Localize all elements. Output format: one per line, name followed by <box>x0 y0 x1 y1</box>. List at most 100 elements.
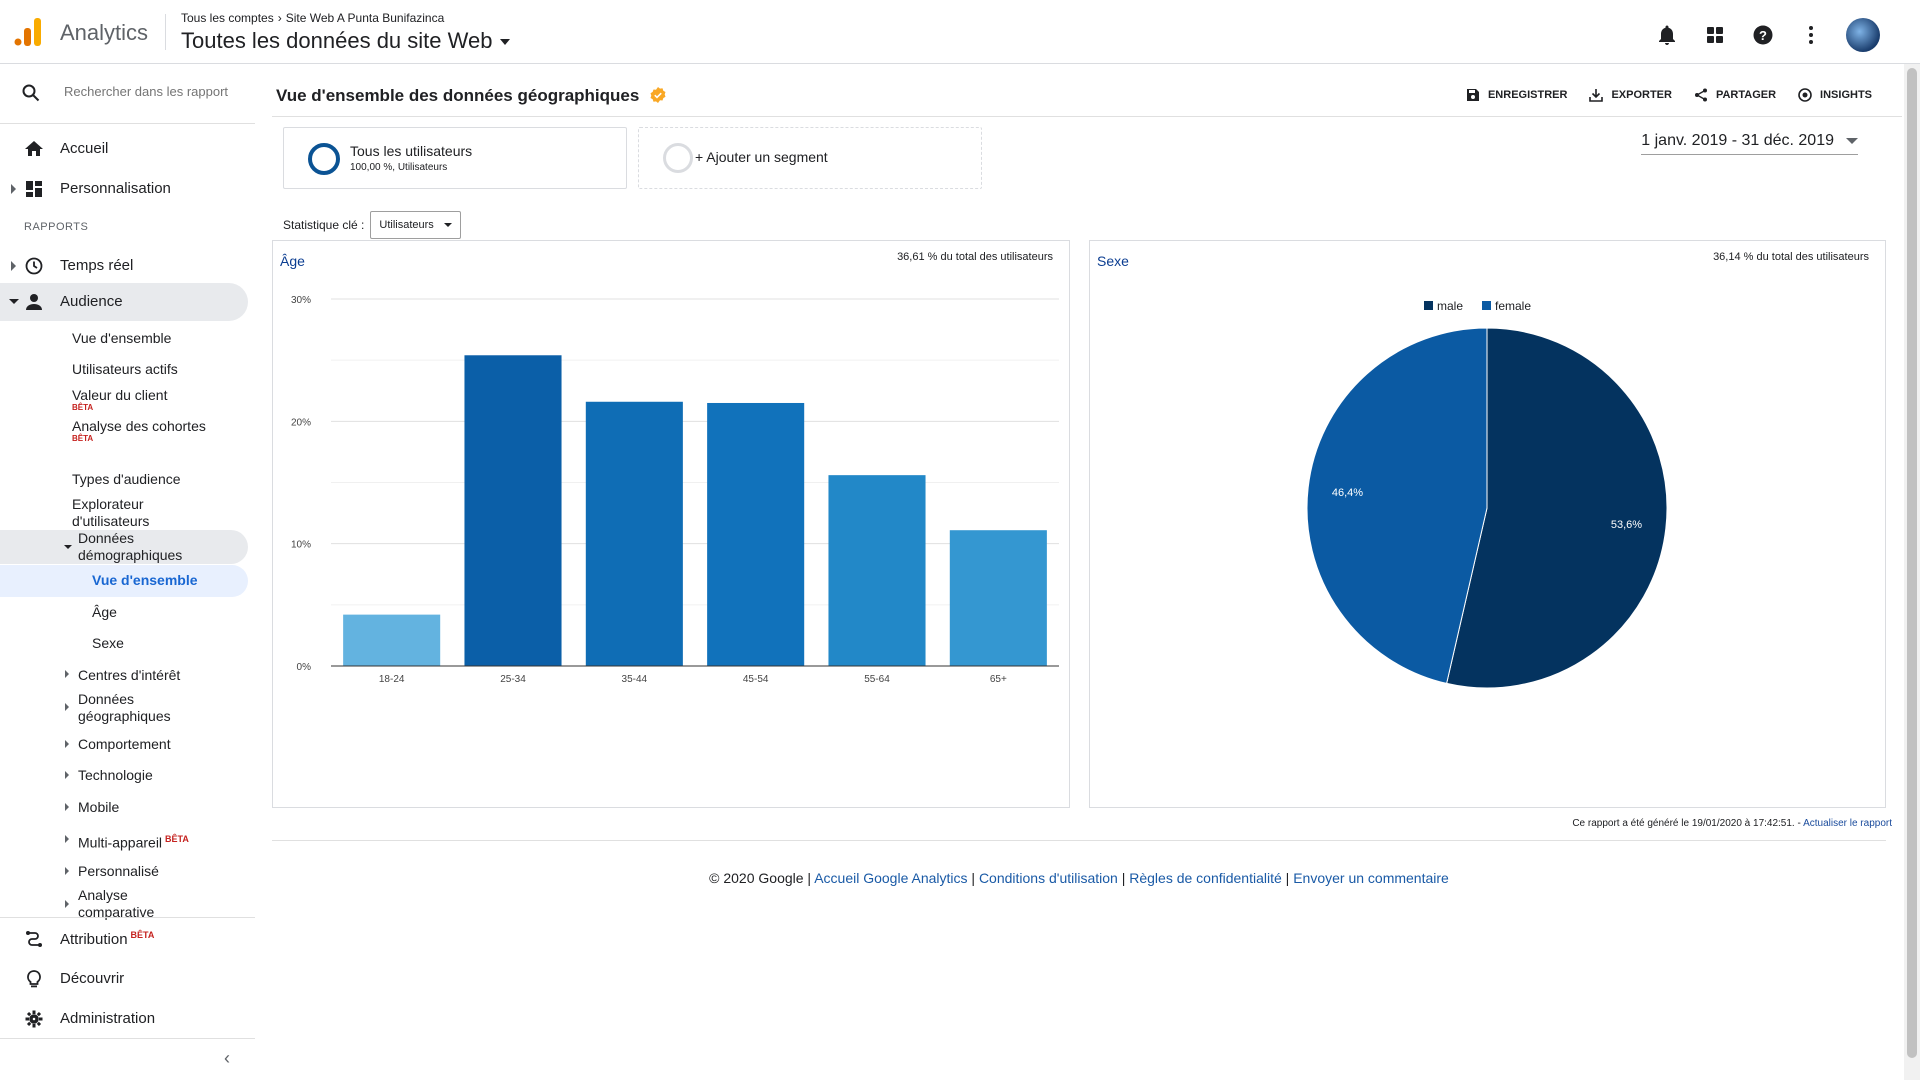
expand-arrow-icon <box>11 184 16 194</box>
sidebar-item-admin[interactable]: Administration <box>0 1000 248 1038</box>
reports-section-label: RAPPORTS <box>24 221 89 233</box>
sidebar-item-realtime[interactable]: Temps réel <box>0 247 248 285</box>
verified-badge-icon <box>650 87 666 103</box>
sidebar-demographics[interactable]: Données démographiques <box>0 530 248 564</box>
footer-link-terms[interactable]: Conditions d'utilisation <box>979 870 1118 886</box>
collapse-sidebar-chevron-icon[interactable]: ‹ <box>224 1048 230 1069</box>
sidebar-item-label: Données démographiques <box>78 530 183 563</box>
sidebar-interests[interactable]: Centres d'intérêt <box>78 667 180 684</box>
svg-text:?: ? <box>1759 28 1767 43</box>
key-stat-label: Statistique clé : <box>283 218 365 232</box>
sidebar-user-explorer[interactable]: Explorateur d'utilisateurs <box>72 496 212 530</box>
sidebar-cross-device[interactable]: Multi-appareil BÊTA <box>78 831 189 852</box>
collapse-arrow-icon <box>64 545 72 549</box>
empty-segment-circle-icon <box>663 143 693 173</box>
footer-link-home[interactable]: Accueil Google Analytics <box>814 870 967 886</box>
age-card-title[interactable]: Âge <box>280 253 305 269</box>
sidebar-item-label: Multi-appareil <box>78 834 163 851</box>
date-range-picker[interactable]: 1 janv. 2019 - 31 déc. 2019 <box>1641 132 1858 155</box>
search-input[interactable] <box>64 84 244 99</box>
sidebar-audience-overview[interactable]: Vue d'ensemble <box>72 330 212 347</box>
footer: © 2020 Google | Accueil Google Analytics… <box>709 870 1449 886</box>
sidebar-item-customization[interactable]: Personnalisation <box>0 170 248 208</box>
sidebar-custom[interactable]: Personnalisé <box>78 863 159 880</box>
share-button[interactable]: PARTAGER <box>1694 88 1776 102</box>
pie-value-label: 53,6% <box>1611 519 1642 531</box>
age-card: Âge 36,61 % du total des utilisateurs 0%… <box>272 240 1070 808</box>
key-stat-dropdown[interactable]: Utilisateurs <box>370 211 461 239</box>
sidebar-technology[interactable]: Technologie <box>78 767 153 784</box>
scrollbar-thumb[interactable] <box>1907 68 1917 1058</box>
insights-icon <box>1798 88 1812 102</box>
expand-arrow-icon <box>65 835 69 843</box>
sidebar-divider <box>0 1038 255 1039</box>
bar-18-24[interactable] <box>343 614 441 666</box>
beta-badge: BÊTA <box>130 930 155 940</box>
sidebar-demographics-age[interactable]: Âge <box>92 604 117 621</box>
sidebar-item-attribution[interactable]: Attribution BÊTA <box>0 920 248 958</box>
help-icon[interactable]: ? <box>1750 22 1776 48</box>
sidebar-item-label: Temps réel <box>60 257 134 274</box>
y-tick-label: 30% <box>291 295 311 306</box>
sidebar-item-label: Personnalisation <box>60 180 171 197</box>
sidebar-demographics-gender[interactable]: Sexe <box>92 635 124 652</box>
bar-25-34[interactable] <box>464 355 562 666</box>
sidebar-lifetime-value[interactable]: Valeur du client BÊTA <box>72 387 212 412</box>
sidebar-active-users[interactable]: Utilisateurs actifs <box>72 361 212 378</box>
bar-45-54[interactable] <box>707 402 805 666</box>
footer-link-privacy[interactable]: Règles de confidentialité <box>1129 870 1282 886</box>
segment-all-users[interactable]: Tous les utilisateurs 100,00 %, Utilisat… <box>283 127 627 189</box>
sidebar-item-home[interactable]: Accueil <box>0 130 248 168</box>
sidebar-demographics-overview[interactable]: Vue d'ensemble <box>0 565 248 597</box>
analytics-logo[interactable] <box>14 16 42 48</box>
property-selector[interactable]: Toutes les données du site Web <box>181 28 511 54</box>
avatar[interactable] <box>1846 18 1880 52</box>
age-bar-chart: 0% 10% 20% 30% 18-24 25-34 35-44 45-54 55-64 65+ <box>291 295 1059 685</box>
search-icon <box>22 84 40 102</box>
apps-grid-icon[interactable] <box>1702 22 1728 48</box>
sidebar-benchmarking[interactable]: Analyse comparative <box>78 887 198 921</box>
sidebar-behavior[interactable]: Comportement <box>78 736 171 753</box>
top-header: Analytics Tous les comptes › Site Web A Pu… <box>0 0 1920 64</box>
footer-link-feedback[interactable]: Envoyer un commentaire <box>1293 870 1449 886</box>
bar-55-64[interactable] <box>828 475 926 666</box>
sidebar-item-label: Accueil <box>60 140 109 157</box>
export-button[interactable]: EXPORTER <box>1589 88 1672 102</box>
caret-down-icon <box>443 223 452 227</box>
insights-button[interactable]: INSIGHTS <box>1798 88 1872 102</box>
gender-card-title[interactable]: Sexe <box>1097 253 1129 269</box>
save-button[interactable]: ENREGISTRER <box>1466 88 1567 102</box>
bell-icon[interactable] <box>1654 22 1680 48</box>
legend-label-male[interactable]: male <box>1437 299 1463 313</box>
bar-35-44[interactable] <box>585 401 683 666</box>
breadcrumb-account[interactable]: Tous les comptes <box>181 11 274 25</box>
attribution-icon <box>26 931 42 947</box>
sidebar-cohort-analysis[interactable]: Analyse des cohortes BÊTA <box>72 418 212 443</box>
legend-label-female[interactable]: female <box>1495 299 1531 313</box>
header-icons: ? <box>1654 18 1880 52</box>
sidebar-mobile[interactable]: Mobile <box>78 799 119 816</box>
refresh-report-link[interactable]: Actualiser le rapport <box>1803 818 1892 829</box>
collapse-arrow-icon <box>9 299 19 304</box>
sidebar-item-discover[interactable]: Découvrir <box>0 960 248 998</box>
gender-card-note: 36,14 % du total des utilisateurs <box>1713 251 1869 263</box>
x-tick-label: 45-54 <box>743 674 769 685</box>
legend-swatch-male <box>1424 301 1433 310</box>
key-stat-value: Utilisateurs <box>379 219 434 231</box>
sidebar-audiences[interactable]: Types d'audience <box>72 471 212 488</box>
sidebar-geo[interactable]: Données géographiques <box>78 691 228 725</box>
header-divider <box>165 14 166 50</box>
breadcrumb-property[interactable]: Site Web A Punta Bunifazinca <box>286 11 445 25</box>
segment-circle-icon <box>308 143 340 175</box>
expand-arrow-icon <box>65 771 69 779</box>
app-name[interactable]: Analytics <box>60 20 148 46</box>
add-segment-button[interactable]: + Ajouter un segment <box>638 127 982 189</box>
more-vert-icon[interactable] <box>1798 22 1824 48</box>
property-name: Toutes les données du site Web <box>181 28 493 53</box>
person-icon <box>26 294 42 310</box>
sidebar-item-audience[interactable]: Audience <box>0 283 248 321</box>
beta-badge: BÊTA <box>72 403 94 412</box>
bar-65+[interactable] <box>949 530 1047 666</box>
breadcrumb[interactable]: Tous les comptes › Site Web A Punta Bunifa… <box>181 11 444 25</box>
page-scrollbar[interactable] <box>1904 64 1920 1080</box>
